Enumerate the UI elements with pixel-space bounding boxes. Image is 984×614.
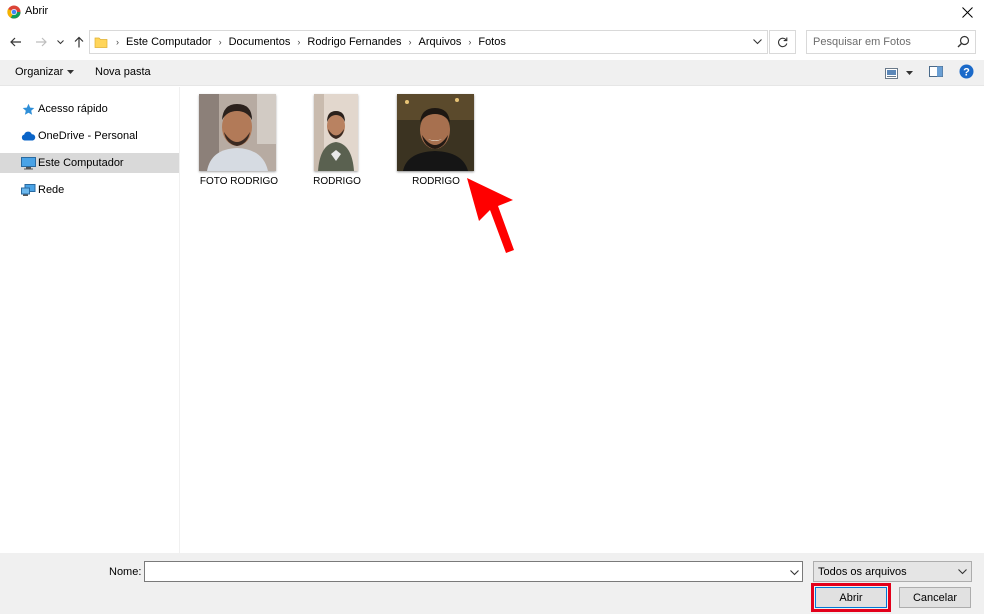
star-icon (20, 102, 36, 116)
view-options-button[interactable] (885, 67, 913, 79)
chevron-down-icon (752, 39, 762, 45)
chrome-icon (7, 5, 21, 19)
file-name-label: Nome: (109, 566, 142, 578)
sidebar-item-acesso-rapido[interactable]: Acesso rápido (0, 99, 179, 119)
address-bar[interactable]: › Este Computador › Documentos › Rodrigo… (89, 30, 768, 54)
photo-thumbnail (314, 94, 358, 171)
refresh-button[interactable] (769, 30, 796, 54)
chevron-down-icon (958, 569, 967, 575)
photo-image (314, 94, 358, 171)
breadcrumb-este-computador[interactable]: Este Computador (126, 36, 212, 48)
preview-pane-button[interactable] (929, 66, 943, 80)
sidebar-item-label: Este Computador (38, 157, 124, 169)
file-name: RODRIGO (313, 176, 361, 187)
help-button[interactable]: ? (959, 64, 974, 82)
recent-locations-button[interactable] (54, 33, 66, 51)
photo-thumbnail (397, 94, 474, 171)
window-title: Abrir (25, 5, 49, 17)
organize-button[interactable]: Organizar (15, 66, 75, 78)
help-icon: ? (959, 64, 974, 79)
breadcrumb-separator: › (408, 37, 412, 47)
search-box[interactable] (806, 30, 976, 54)
file-type-value: Todos os arquivos (818, 566, 907, 578)
cloud-icon (20, 129, 36, 143)
view-icon (885, 67, 898, 79)
breadcrumb: › Este Computador › Documentos › Rodrigo… (116, 36, 506, 48)
computer-icon (20, 156, 36, 170)
sidebar-item-rede[interactable]: Rede (0, 180, 179, 200)
open-button-highlight (811, 583, 891, 612)
sidebar-item-label: Acesso rápido (38, 103, 108, 115)
close-icon (961, 6, 973, 18)
file-name-input[interactable] (149, 565, 779, 578)
sidebar-item-label: OneDrive - Personal (38, 130, 138, 142)
file-item[interactable]: RODRIGO (292, 87, 382, 192)
sidebar-item-este-computador[interactable]: Este Computador (0, 153, 179, 173)
file-name: FOTO RODRIGO (199, 176, 279, 187)
refresh-icon (778, 37, 788, 47)
arrow-right-icon (36, 37, 47, 47)
network-icon (20, 183, 36, 197)
breadcrumb-separator: › (297, 37, 301, 47)
toolbar-right: ? (877, 64, 974, 82)
chevron-down-icon[interactable] (790, 570, 799, 576)
breadcrumb-separator: › (468, 37, 472, 47)
annotation-arrow (467, 178, 514, 253)
arrow-up-icon (74, 36, 84, 48)
photo-thumbnail (199, 94, 276, 171)
navigation-pane: Acesso rápido OneDrive - Personal Este C… (0, 87, 180, 553)
address-dropdown-button[interactable] (747, 31, 767, 53)
chevron-down-icon (56, 39, 64, 44)
organize-label: Organizar (15, 66, 64, 78)
file-type-select[interactable]: Todos os arquivos (813, 561, 972, 582)
address-row: › Este Computador › Documentos › Rodrigo… (0, 26, 984, 58)
photo-image (199, 94, 276, 171)
caret-down-icon (67, 70, 75, 74)
sidebar-item-onedrive[interactable]: OneDrive - Personal (0, 126, 179, 146)
caret-down-icon (906, 71, 913, 75)
sidebar-item-label: Rede (38, 184, 65, 196)
file-list: FOTO RODRIGO RODRIGO RODRIGO (181, 87, 984, 553)
svg-text:?: ? (963, 67, 970, 79)
up-button[interactable] (70, 33, 88, 51)
preview-pane-icon (929, 66, 943, 77)
command-toolbar: Organizar Nova pasta ? (0, 60, 984, 86)
photo-image (397, 94, 474, 171)
breadcrumb-separator: › (116, 37, 119, 47)
breadcrumb-documentos[interactable]: Documentos (229, 36, 291, 48)
close-button[interactable] (950, 0, 984, 24)
breadcrumb-fotos[interactable]: Fotos (478, 36, 506, 48)
file-item[interactable]: FOTO RODRIGO (194, 87, 284, 192)
cancel-button[interactable]: Cancelar (899, 587, 971, 608)
search-icon (957, 35, 970, 48)
file-name-combobox[interactable] (144, 561, 803, 582)
breadcrumb-arquivos[interactable]: Arquivos (419, 36, 462, 48)
title-bar: Abrir (0, 0, 984, 26)
search-input[interactable] (813, 35, 953, 49)
new-folder-button[interactable]: Nova pasta (95, 66, 151, 78)
back-button[interactable] (7, 33, 25, 51)
breadcrumb-separator: › (218, 37, 222, 47)
arrow-left-icon (10, 37, 21, 47)
breadcrumb-rodrigo-fernandes[interactable]: Rodrigo Fernandes (307, 36, 401, 48)
folder-icon (94, 37, 108, 48)
forward-button[interactable] (32, 33, 50, 51)
